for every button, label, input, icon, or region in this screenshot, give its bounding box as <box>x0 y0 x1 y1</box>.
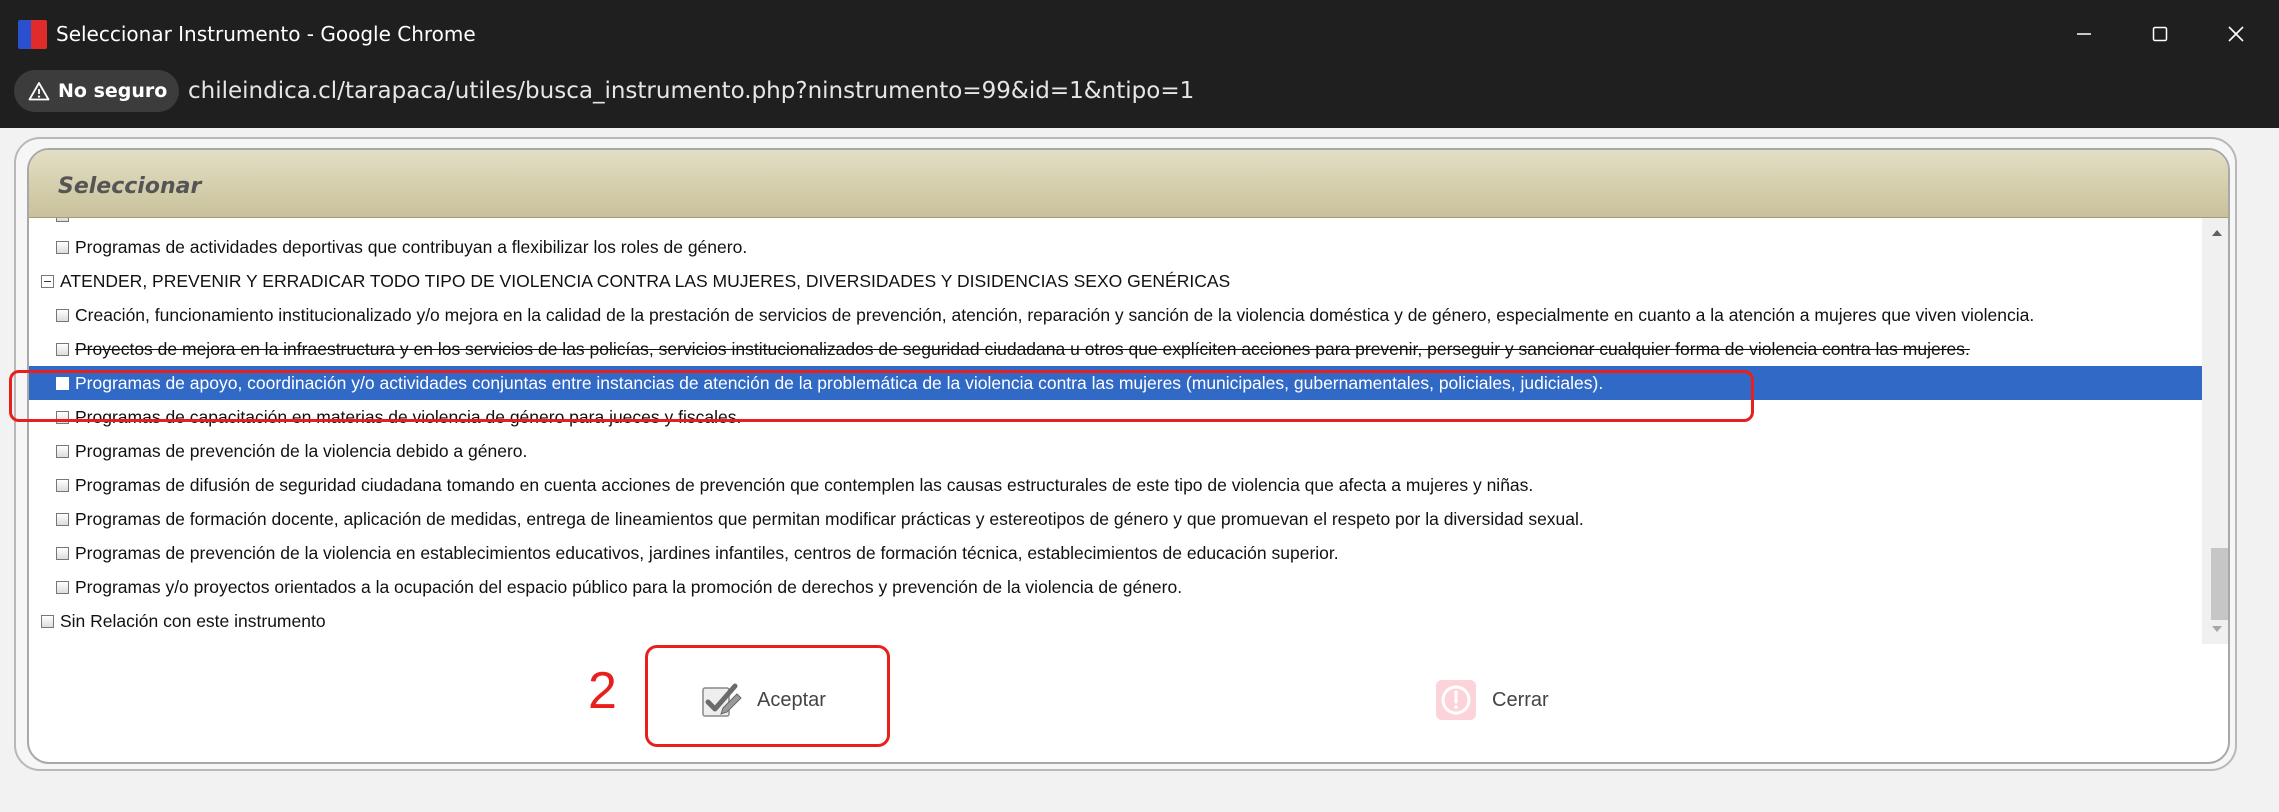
checkbox[interactable] <box>56 240 69 254</box>
checkbox[interactable] <box>56 512 69 526</box>
triangle-up-icon <box>2212 230 2222 236</box>
tree-row-label: Programas de prevención de la violencia … <box>75 542 1339 563</box>
close-button[interactable]: Cerrar <box>1434 678 1549 722</box>
tree-row-label: Programas de difusión de seguridad ciuda… <box>75 474 1534 495</box>
select-panel: Seleccionar Programas de actividades dep… <box>27 148 2230 764</box>
scroll-thumb[interactable] <box>2211 548 2228 620</box>
checkbox[interactable] <box>56 478 69 492</box>
checkbox[interactable] <box>56 546 69 560</box>
tree-row[interactable]: Programas de prevención de la violencia … <box>29 536 2202 570</box>
panel-title: Seleccionar <box>58 174 202 199</box>
tree-row-label: Programas de formación docente, aplicaci… <box>75 508 1584 529</box>
checkbox[interactable] <box>56 580 69 594</box>
window-titlebar: Seleccionar Instrumento - Google Chrome <box>0 0 2279 68</box>
checkbox[interactable] <box>56 444 69 458</box>
accept-button[interactable]: Aceptar <box>699 678 826 722</box>
tree-row[interactable]: Programas de formación docente, aplicaci… <box>29 502 2202 536</box>
url-field[interactable]: chileindica.cl/tarapaca/utiles/busca_ins… <box>188 76 1194 106</box>
window-title: Seleccionar Instrumento - Google Chrome <box>56 22 476 46</box>
tree-row-label: ATENDER, PREVENIR Y ERRADICAR TODO TIPO … <box>60 270 1231 291</box>
maximize-icon <box>2152 26 2168 42</box>
checkbox[interactable] <box>56 218 69 222</box>
collapse-icon[interactable] <box>41 274 54 288</box>
checkbox[interactable] <box>56 308 69 322</box>
tree-row[interactable]: Programas de prevención de la violencia … <box>29 434 2202 468</box>
tree-row-label: Programas de actividades deportivas que … <box>75 236 748 257</box>
tree-row-selected[interactable]: Programas de apoyo, coordinación y/o act… <box>29 366 2202 400</box>
app-icon <box>18 20 47 49</box>
close-icon <box>2228 26 2244 42</box>
tree-row-label: Proyectos de mejora en la infraestructur… <box>75 338 1970 359</box>
scroll-up-arrow[interactable] <box>2202 218 2228 248</box>
security-label: No seguro <box>58 80 168 102</box>
scroll-down-arrow[interactable] <box>2202 614 2228 644</box>
tree-row[interactable]: Creación, funcionamiento institucionaliz… <box>29 298 2202 332</box>
tree-row-label: Programas de capacitación en materias de… <box>75 406 742 427</box>
tree-row-label: Creación, funcionamiento institucionaliz… <box>75 304 2035 325</box>
checkbox[interactable] <box>56 342 69 356</box>
step-number: 2 <box>588 662 617 720</box>
accept-label: Aceptar <box>757 688 826 711</box>
button-bar: Aceptar Cerrar <box>29 644 2228 762</box>
minimize-button[interactable] <box>2054 14 2114 54</box>
tree-scrollbar[interactable] <box>2202 218 2228 644</box>
tree-row[interactable]: Programas de difusión de seguridad ciuda… <box>29 468 2202 502</box>
checkbox[interactable] <box>56 376 69 390</box>
close-label: Cerrar <box>1492 688 1549 711</box>
instrument-tree: Programas de actividades deportivas que … <box>29 218 2202 644</box>
tree-row-label: Programas de prevención de la violencia … <box>75 440 528 461</box>
maximize-button[interactable] <box>2130 14 2190 54</box>
tree-group-row[interactable]: ATENDER, PREVENIR Y ERRADICAR TODO TIPO … <box>29 264 2202 298</box>
tree-row[interactable]: Sin Relación con este instrumento <box>29 604 2202 638</box>
close-window-button[interactable] <box>2206 14 2266 54</box>
tree-row[interactable]: Programas de actividades deportivas que … <box>29 230 2202 264</box>
checkbox[interactable] <box>41 614 54 628</box>
tree-row[interactable]: Programas y/o proyectos orientados a la … <box>29 570 2202 604</box>
alert-circle-icon <box>1434 678 1478 722</box>
minimize-icon <box>2077 33 2091 35</box>
edit-check-icon <box>699 678 743 722</box>
tree-row-label: Programas y/o proyectos orientados a la … <box>75 576 1183 597</box>
triangle-down-icon <box>2212 626 2222 632</box>
tree-row-label: Sin Relación con este instrumento <box>60 610 326 631</box>
checkbox[interactable] <box>56 410 69 424</box>
tree-row[interactable]: Proyectos de mejora en la infraestructur… <box>29 332 2202 366</box>
tree-row[interactable]: Programas de capacitación en materias de… <box>29 400 2202 434</box>
security-chip[interactable]: No seguro <box>14 70 180 112</box>
panel-header: Seleccionar <box>29 150 2228 218</box>
tree-row-label: Programas de apoyo, coordinación y/o act… <box>75 372 1604 393</box>
warning-icon <box>28 82 50 101</box>
